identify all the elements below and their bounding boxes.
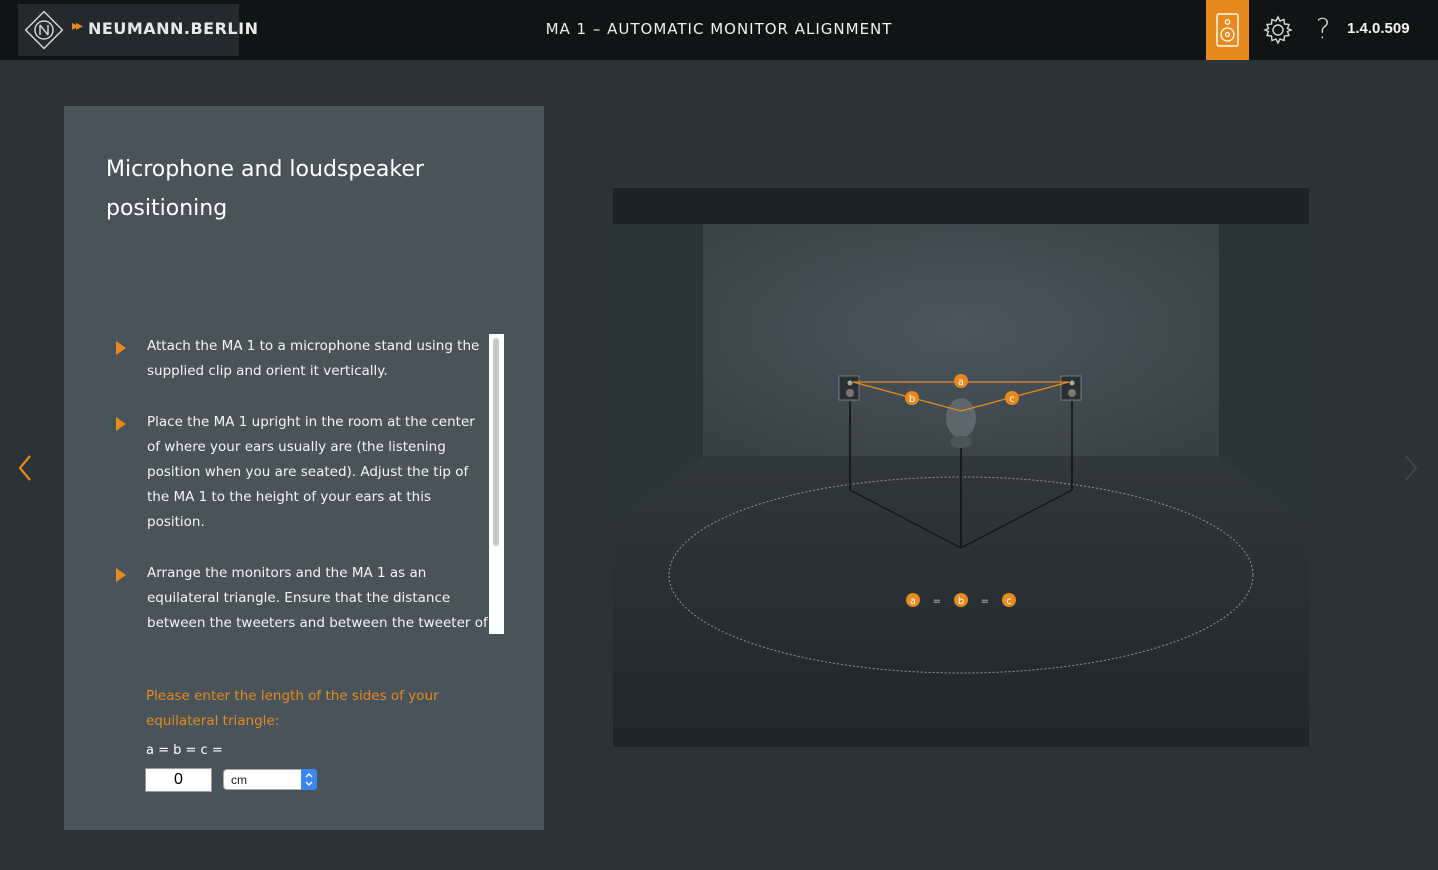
next-page-arrow-icon[interactable] bbox=[1400, 452, 1424, 484]
instruction-steps[interactable]: Attach the MA 1 to a microphone stand us… bbox=[108, 334, 488, 634]
side-a-label: a bbox=[958, 377, 964, 388]
side-a-marker: a bbox=[954, 374, 968, 388]
left-speaker-icon bbox=[838, 375, 860, 401]
unit-select[interactable]: cm bbox=[223, 769, 317, 790]
listener-head-icon bbox=[946, 398, 976, 448]
list-item: Arrange the monitors and the MA 1 as an … bbox=[108, 561, 488, 634]
instructions-scrollbar[interactable] bbox=[489, 334, 504, 634]
neumann-logo: ▸▸ NEUMANN.BERLIN bbox=[18, 4, 258, 56]
brand-name: NEUMANN.BERLIN bbox=[88, 19, 259, 38]
triangle-length-input[interactable] bbox=[145, 768, 212, 792]
side-c-marker: c bbox=[1005, 391, 1019, 405]
legend-equals-1: = bbox=[933, 596, 941, 607]
panel-title: Microphone and loudspeaker positioning bbox=[106, 157, 424, 221]
bullet-triangle-icon bbox=[116, 341, 126, 355]
side-b-marker: b bbox=[905, 391, 919, 405]
previous-page-arrow-icon[interactable] bbox=[14, 452, 38, 484]
neumann-logo-icon bbox=[24, 10, 64, 50]
room-positioning-diagram: a b c a = b = c bbox=[613, 188, 1309, 747]
scrollbar-thumb[interactable] bbox=[493, 338, 499, 546]
gear-icon[interactable] bbox=[1262, 14, 1294, 46]
legend-equals-2: = bbox=[981, 596, 989, 607]
step-text: Attach the MA 1 to a microphone stand us… bbox=[147, 338, 480, 379]
version-label: 1.4.0.509 bbox=[1347, 20, 1410, 37]
step-text: Place the MA 1 upright in the room at th… bbox=[147, 414, 475, 530]
list-item: Place the MA 1 upright in the room at th… bbox=[108, 410, 488, 535]
list-item: Attach the MA 1 to a microphone stand us… bbox=[108, 334, 488, 384]
bullet-triangle-icon bbox=[116, 568, 126, 582]
right-speaker-icon bbox=[1060, 375, 1082, 401]
step-text: Arrange the monitors and the MA 1 as an … bbox=[147, 565, 488, 631]
equation-label: a = b = c = bbox=[146, 743, 223, 758]
legend-c-label: c bbox=[1006, 596, 1012, 607]
top-bar: ▸▸ NEUMANN.BERLIN MA 1 – AUTOMATIC MONIT… bbox=[0, 0, 1438, 60]
speaker-setup-button[interactable] bbox=[1206, 0, 1249, 60]
instructions-panel: Microphone and loudspeaker positioning A… bbox=[64, 106, 544, 830]
bullet-triangle-icon bbox=[116, 417, 126, 431]
legend-b-label: b bbox=[958, 596, 964, 607]
help-icon[interactable]: ? bbox=[1312, 12, 1334, 46]
select-chevron-icon bbox=[301, 769, 317, 790]
unit-select-value: cm bbox=[231, 773, 247, 787]
side-c-label: c bbox=[1009, 394, 1015, 405]
triangle-length-prompt: Please enter the length of the sides of … bbox=[146, 688, 439, 729]
legend-a-label: a bbox=[910, 596, 916, 607]
speaker-icon bbox=[1216, 13, 1239, 47]
brand-arrows: ▸▸ bbox=[72, 18, 83, 34]
side-b-label: b bbox=[909, 394, 915, 405]
